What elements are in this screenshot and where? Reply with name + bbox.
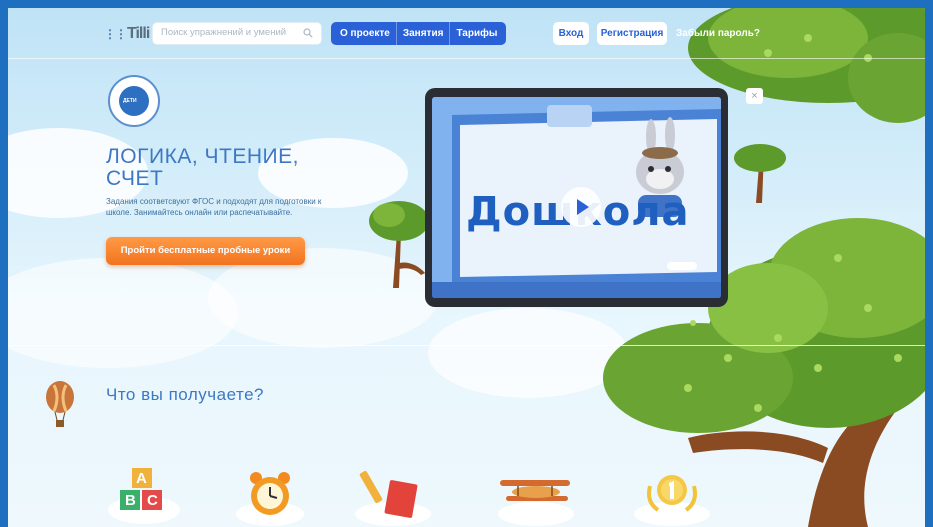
logo-text: Tilli — [127, 25, 150, 42]
login-button[interactable]: Вход — [553, 22, 589, 45]
nav-pricing[interactable]: Тарифы — [449, 22, 503, 45]
notebook-pencil-icon — [355, 471, 431, 526]
certification-badge: ДЕТИ — [108, 75, 160, 127]
small-tree-illustration — [369, 201, 429, 288]
nav-about[interactable]: О проекте — [334, 22, 396, 45]
benefits-title: Что вы получаете? — [106, 385, 264, 404]
first-place-medal-icon — [634, 475, 710, 526]
hero-title: ЛОГИКА, ЧТЕНИЕ, СЧЕТ — [106, 145, 299, 190]
block-letter-c: C — [147, 492, 158, 509]
play-button[interactable] — [561, 187, 601, 227]
forgot-password-link[interactable]: Забыли пароль? — [676, 28, 760, 39]
search-box[interactable] — [152, 22, 322, 45]
video-player-frame: Дошкола — [425, 88, 728, 307]
video-screen[interactable]: Дошкола — [432, 97, 721, 298]
register-button[interactable]: Регистрация — [597, 22, 667, 45]
badge-text: ДЕТИ — [123, 98, 137, 104]
close-icon[interactable]: × — [746, 88, 763, 104]
hero-description: Задания соответсвуют ФГОС и подходят для… — [106, 197, 322, 217]
search-input[interactable] — [159, 26, 303, 39]
hot-air-balloon-icon — [46, 381, 74, 427]
block-letter-b: B — [125, 492, 136, 509]
nav-lessons[interactable]: Занятия — [395, 22, 450, 45]
biplane-icon — [498, 480, 574, 526]
site-header: ⋮⋮Tilli О проекте Занятия Тарифы Вход Ре… — [8, 8, 925, 59]
free-trial-button[interactable]: Пройти бесплатные пробные уроки — [106, 237, 305, 265]
block-letter-a: A — [136, 470, 147, 487]
play-icon — [577, 199, 589, 215]
section-divider — [8, 345, 925, 346]
logo[interactable]: ⋮⋮Tilli — [104, 25, 150, 43]
logo-mark-icon: ⋮⋮ — [104, 27, 127, 41]
page: ⋮⋮Tilli О проекте Занятия Тарифы Вход Ре… — [8, 8, 925, 527]
cloud-decoration — [8, 258, 238, 368]
alarm-clock-icon — [236, 472, 304, 526]
abc-blocks-icon: A B C — [108, 466, 180, 527]
search-icon[interactable] — [303, 28, 313, 38]
main-nav: О проекте Занятия Тарифы — [331, 22, 507, 45]
